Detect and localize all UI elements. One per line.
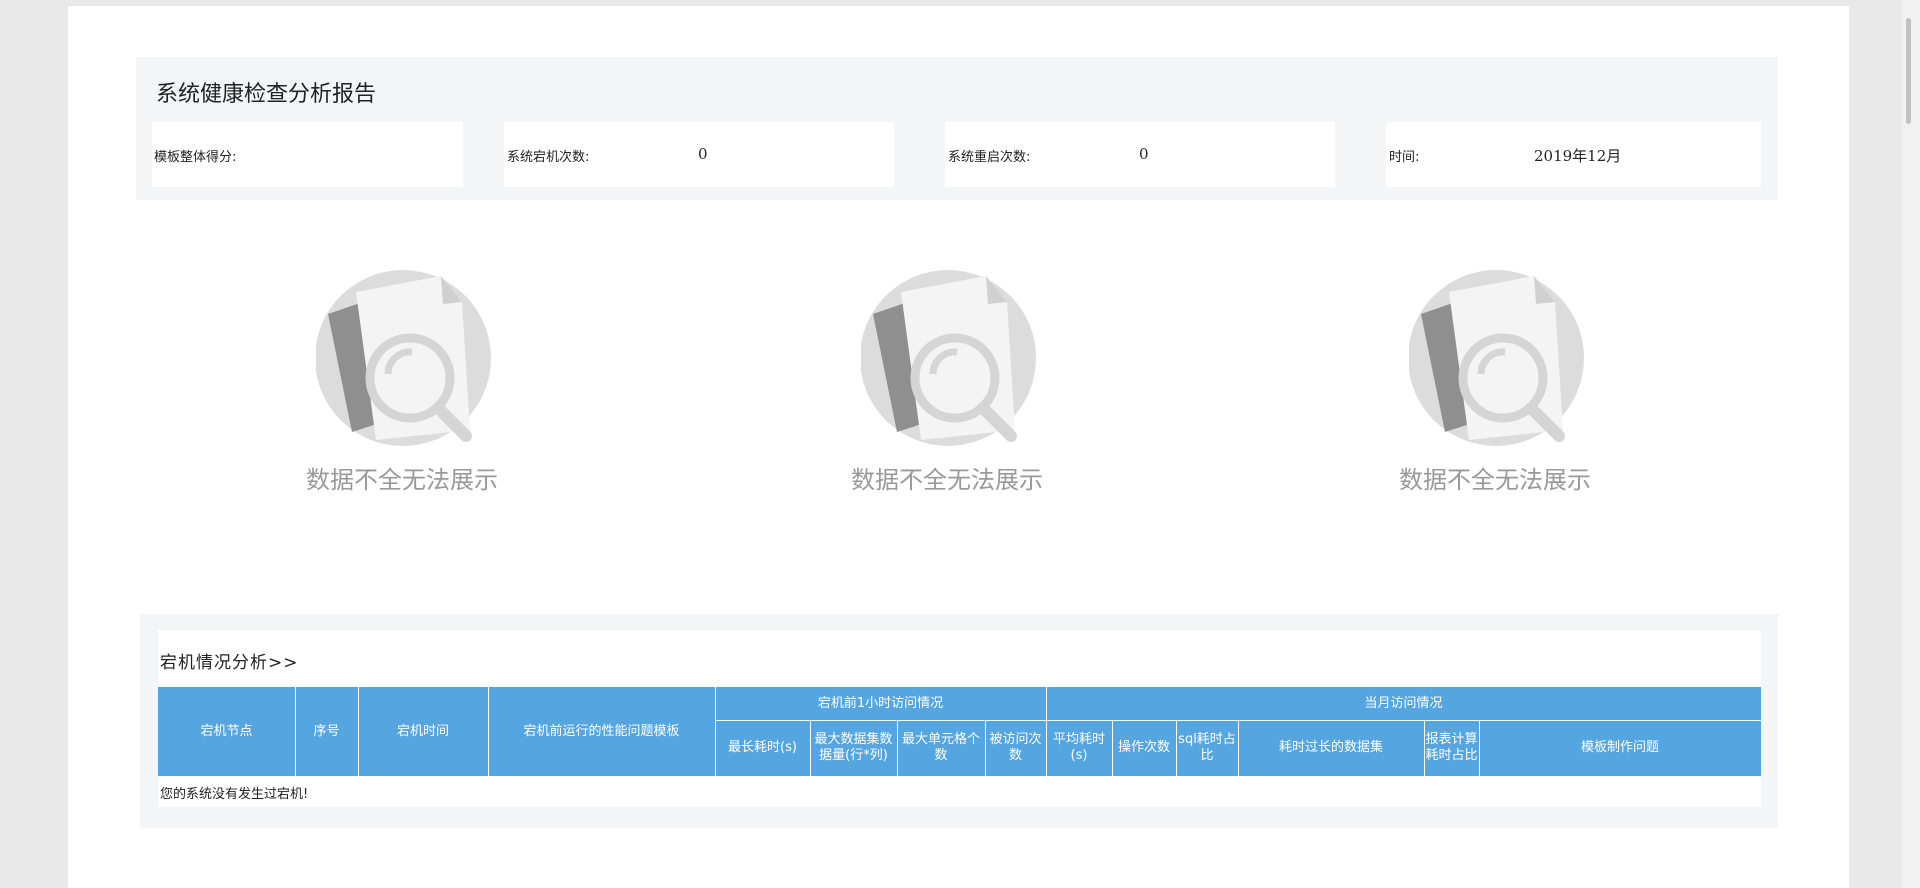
group-header-before-hour: 宕机前1小时访问情况 <box>715 687 1046 720</box>
grid-line <box>1479 720 1480 776</box>
empty-document-search-icon <box>861 270 1036 446</box>
stat-value-time: 2019年12月 <box>1534 147 1622 165</box>
vertical-scrollbar[interactable] <box>1902 0 1920 888</box>
stat-card-score: 模板整体得分: <box>152 122 463 187</box>
stat-value-crash-count: 0 <box>698 145 708 163</box>
page-title: 系统健康检查分析报告 <box>156 82 377 107</box>
grid-line <box>985 720 986 776</box>
grid-line <box>1112 720 1113 776</box>
grid-line <box>1238 720 1239 776</box>
col-header-avg-time: 平均耗时(s) <box>1046 720 1112 776</box>
grid-line <box>1424 720 1425 776</box>
grid-line <box>488 687 489 776</box>
col-header-report-ratio: 报表计算耗时占比 <box>1424 720 1479 776</box>
col-header-seq: 序号 <box>295 687 358 776</box>
col-header-max-cells: 最大单元格个数 <box>897 720 985 776</box>
col-header-template: 宕机前运行的性能问题模板 <box>488 687 715 776</box>
col-header-visits: 被访问次数 <box>985 720 1046 776</box>
col-header-node: 宕机节点 <box>158 687 295 776</box>
grid-line <box>295 687 296 776</box>
col-header-slow-dataset: 耗时过长的数据集 <box>1238 720 1424 776</box>
scrollbar-thumb[interactable] <box>1906 18 1911 124</box>
stat-label-time: 时间: <box>1389 150 1420 165</box>
grid-line <box>358 687 359 776</box>
grid-line <box>715 687 716 776</box>
col-header-time: 宕机时间 <box>358 687 488 776</box>
empty-document-search-icon <box>316 270 491 446</box>
col-header-sql-ratio: sql耗时占比 <box>1176 720 1238 776</box>
empty-state-text: 数据不全无法展示 <box>851 466 1043 494</box>
empty-state-text: 数据不全无法展示 <box>1399 466 1591 494</box>
stat-card-restart-count: 系统重启次数: 0 <box>945 122 1335 187</box>
col-header-ops: 操作次数 <box>1112 720 1176 776</box>
stat-label-restart-count: 系统重启次数: <box>948 150 1031 165</box>
group-header-month: 当月访问情况 <box>1046 687 1761 720</box>
stat-label-crash-count: 系统宕机次数: <box>507 150 590 165</box>
empty-table-message: 您的系统没有发生过宕机! <box>160 787 309 802</box>
empty-state-3: 数据不全无法展示 <box>1385 262 1605 502</box>
crash-section-title: 宕机情况分析>> <box>160 653 299 673</box>
col-header-max-time: 最长耗时(s) <box>715 720 810 776</box>
grid-line <box>897 720 898 776</box>
empty-state-text: 数据不全无法展示 <box>306 466 498 494</box>
stat-card-time: 时间: 2019年12月 <box>1386 122 1761 187</box>
grid-line <box>715 720 1761 721</box>
stat-label-score: 模板整体得分: <box>154 150 237 165</box>
col-header-template-issue: 模板制作问题 <box>1479 720 1761 776</box>
col-header-max-rows: 最大数据集数据量(行*列) <box>810 720 897 776</box>
stat-card-crash-count: 系统宕机次数: 0 <box>504 122 894 187</box>
empty-state-1: 数据不全无法展示 <box>292 262 512 502</box>
grid-line <box>1046 687 1047 776</box>
empty-document-search-icon <box>1409 270 1584 446</box>
empty-state-2: 数据不全无法展示 <box>837 262 1057 502</box>
stat-value-restart-count: 0 <box>1139 145 1149 163</box>
grid-line <box>810 720 811 776</box>
grid-line <box>1176 720 1177 776</box>
